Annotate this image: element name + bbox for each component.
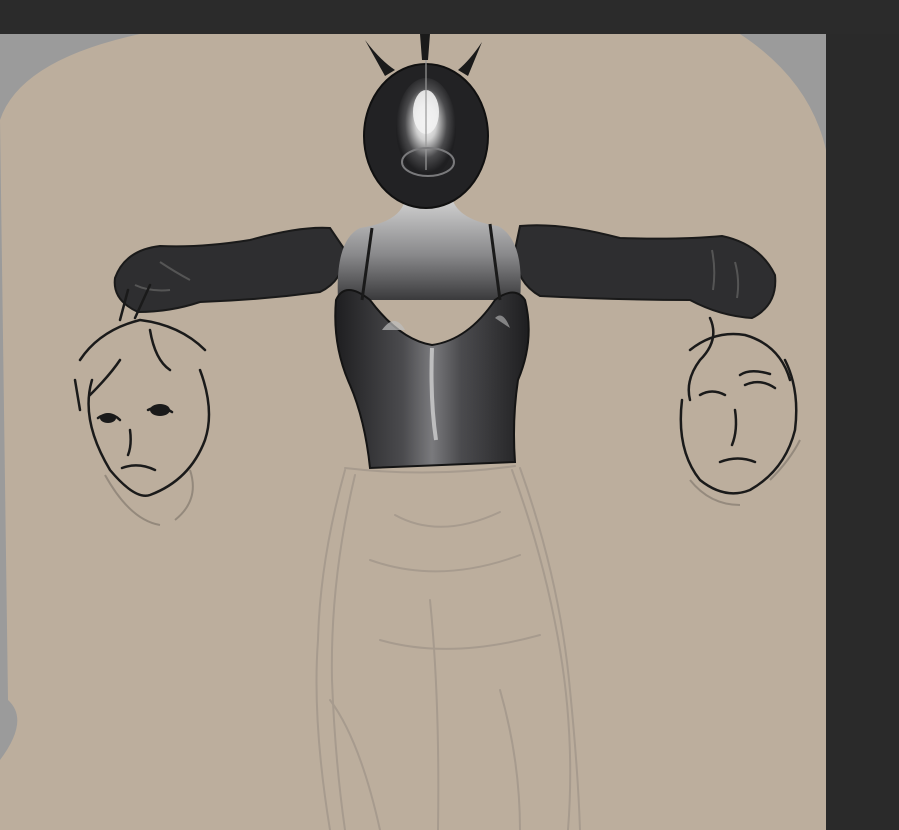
workspace [0, 34, 899, 830]
drawing-canvas[interactable] [0, 34, 826, 830]
right-panel-gutter [826, 34, 899, 830]
drawing-app-window [0, 0, 899, 830]
artwork [0, 34, 826, 830]
top-toolbar [0, 0, 899, 34]
